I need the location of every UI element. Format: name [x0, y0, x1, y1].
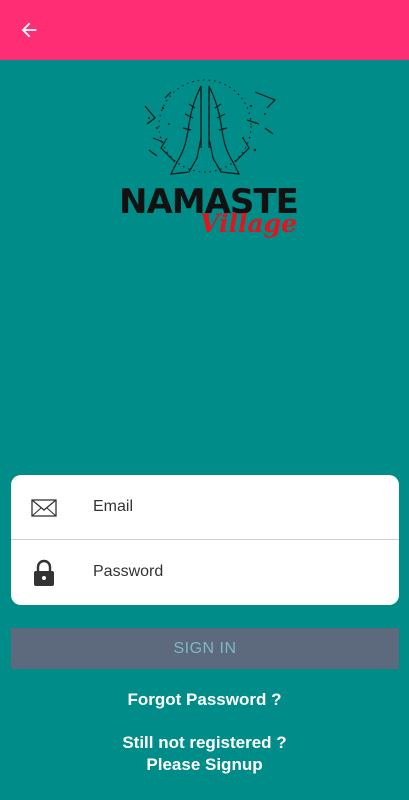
signup-link[interactable]: Still not registered ? Please Signup — [0, 732, 409, 776]
email-field-row — [11, 475, 399, 540]
signup-line-1: Still not registered ? — [122, 733, 287, 752]
back-button[interactable] — [14, 15, 44, 45]
login-card — [11, 475, 399, 605]
email-input[interactable] — [93, 487, 383, 527]
lock-icon — [29, 558, 59, 588]
logo-subtitle: Village — [200, 209, 298, 238]
app-bar — [0, 0, 409, 60]
praying-hands-icon — [144, 79, 277, 175]
signup-line-2: Please Signup — [146, 755, 263, 774]
namaste-village-logo: NAMASTE Village — [105, 78, 305, 248]
envelope-icon — [29, 493, 59, 523]
arrow-left-icon — [21, 22, 37, 38]
sign-in-button[interactable]: SIGN IN — [11, 628, 399, 669]
forgot-password-link[interactable]: Forgot Password ? — [0, 690, 409, 710]
password-input[interactable] — [93, 552, 383, 592]
password-field-row — [11, 540, 399, 605]
